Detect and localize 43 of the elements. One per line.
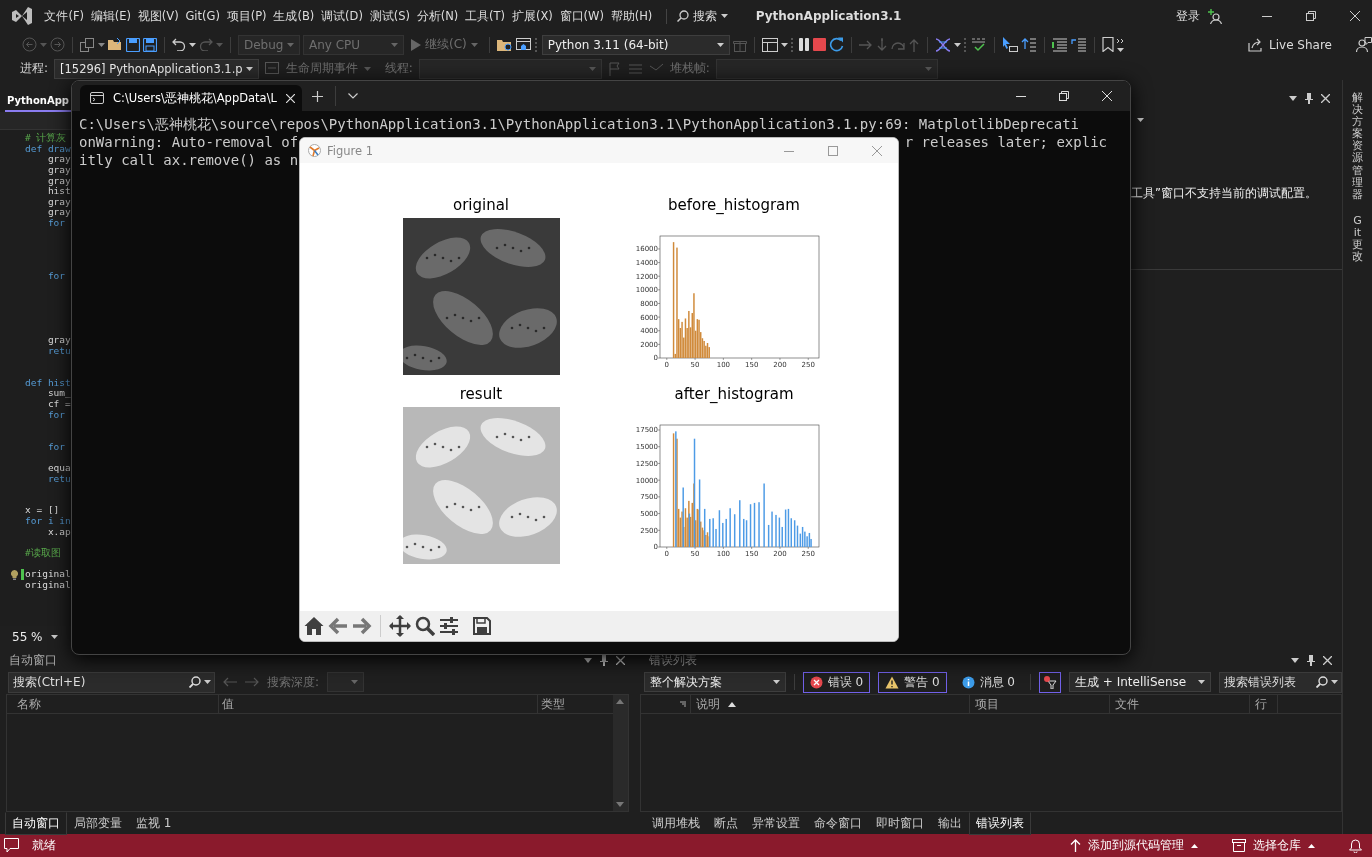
plot-title: before_histogram <box>668 195 800 215</box>
code-line: original <box>25 579 71 591</box>
code-line: for <box>46 441 66 453</box>
panel-title: 自动窗口 <box>9 651 58 669</box>
code-line: gray <box>46 207 71 219</box>
code-line: original <box>25 569 71 580</box>
code-line: hist <box>46 186 71 197</box>
code-line: retu <box>46 473 71 485</box>
code-line: #读取图 <box>25 548 61 559</box>
console-text: onWarning: Auto-removal of <box>79 133 299 151</box>
code-line: x = [] <box>25 505 60 517</box>
stack-frame-label: 堆栈帧: <box>669 60 710 77</box>
console-text: C:\Users\恶神桃花\source\repos\PythonApplication3.1\PythonApplication3.1\PythonApplication3.1.py:69: MatplotlibDeprecati <box>79 115 1079 133</box>
plot-title: original <box>452 195 510 215</box>
code-line: # 计算灰 <box>25 133 67 144</box>
code-line: for i in <box>25 516 71 527</box>
panel-title: 错误列表 <box>648 651 698 669</box>
window-title: Figure 1 <box>327 143 374 158</box>
console-text: itly call ax.remove() as n <box>79 151 299 169</box>
code-line: equa <box>46 462 71 474</box>
process-label: 进程: <box>20 60 49 77</box>
window-title: PythonApplication3.1 <box>755 9 902 23</box>
console-text: r releases later; explic <box>904 133 1107 151</box>
thread-label: 线程: <box>384 60 413 77</box>
unsupported-message: 工具”窗口不支持当前的调试配置。 <box>1131 186 1318 201</box>
code-line: def hist <box>25 377 71 389</box>
code-line: def draw <box>25 143 71 155</box>
plot-title: after_histogram <box>674 384 794 404</box>
search-depth-label: 搜索深度: <box>267 673 320 691</box>
code-line: gray <box>46 164 71 176</box>
code-line: cf = <box>46 399 71 410</box>
code-line: for <box>46 409 66 421</box>
code-line: x.ap <box>46 526 71 538</box>
code-line: gray <box>46 175 71 186</box>
code-line: for <box>46 271 66 282</box>
code-line: gray <box>46 196 71 208</box>
status-text: 就绪 <box>32 837 56 854</box>
code-line: sum_ <box>46 388 71 400</box>
code-line: retu <box>46 345 71 357</box>
code-line: gray <box>46 335 71 346</box>
code-line: gray <box>46 154 71 165</box>
code-line: for <box>46 218 66 229</box>
plot-title: result <box>459 384 503 404</box>
